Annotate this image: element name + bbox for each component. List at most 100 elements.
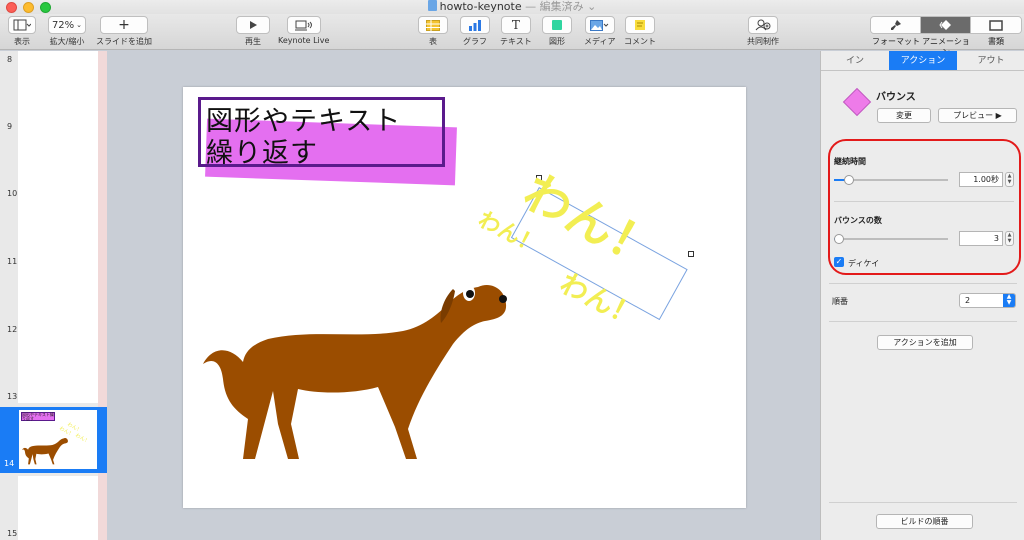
slide-thumbnail-current[interactable]: 図形やテキスト繰り返す わん！ わん！ わん！ xyxy=(19,410,97,469)
table-label: 表 xyxy=(429,37,437,46)
shape[interactable]: 図形 xyxy=(542,16,572,47)
chart[interactable]: グラフ xyxy=(460,16,490,47)
divider xyxy=(834,201,1014,202)
window-title: howto-keynote — 編集済み ⌄ xyxy=(0,0,1024,14)
collaborate[interactable]: 共同制作 xyxy=(747,16,779,47)
bounce-count-slider-knob[interactable] xyxy=(834,234,844,244)
chevron-down-icon: ⌄ xyxy=(76,21,83,29)
comment[interactable]: コメント xyxy=(624,16,656,47)
document-tab-button[interactable] xyxy=(971,17,1021,33)
title-bar: howto-keynote — 編集済み ⌄ xyxy=(0,0,1024,14)
duration-label: 継続時間 xyxy=(834,157,866,166)
slide-thumbnail-previous[interactable] xyxy=(18,51,98,403)
bounce-count-label: バウンスの数 xyxy=(834,216,882,225)
keynote-live[interactable]: Keynote Live xyxy=(278,16,329,45)
bounce-count-field[interactable]: 3 xyxy=(959,231,1003,246)
chart-label: グラフ xyxy=(463,37,487,46)
format-tab-button[interactable] xyxy=(871,17,921,33)
slide-number: 11 xyxy=(7,257,18,266)
document-icon xyxy=(989,19,1003,31)
add-action-button[interactable]: アクションを追加 xyxy=(877,335,973,350)
text-icon: T xyxy=(511,18,520,32)
zoom-label: 拡大/縮小 xyxy=(49,37,85,46)
zoom-select[interactable]: 72% ⌄ xyxy=(48,16,86,34)
media-icon xyxy=(589,19,609,31)
media-button[interactable] xyxy=(584,16,615,34)
slide-number: 15 xyxy=(7,529,18,538)
animation-tabs: イン アクション アウト xyxy=(821,51,1024,71)
text-button[interactable]: T xyxy=(500,16,531,34)
table-button[interactable] xyxy=(418,16,448,34)
chart-button[interactable] xyxy=(460,16,490,34)
order-select[interactable]: 2 ▲ ▼ xyxy=(959,293,1016,308)
slide-number: 12 xyxy=(7,325,18,334)
table-icon xyxy=(426,19,440,31)
play-button[interactable] xyxy=(236,16,270,34)
slide-navigator: 8 9 10 11 12 13 14 図形やテキスト繰り返す わん！ わん！ わ… xyxy=(0,51,107,540)
slide[interactable]: 図形やテキスト 繰り返す わん！ わん！ わん！ xyxy=(183,87,746,508)
order-value: 2 xyxy=(965,296,971,305)
toolbar: 表示 72% ⌄ 拡大/縮小 + スライドを追加 再生 Keynote Live … xyxy=(0,14,1024,57)
build-order-button[interactable]: ビルドの順番 xyxy=(876,514,973,529)
add-slide[interactable]: + スライドを追加 xyxy=(96,16,152,47)
animate-tab-button[interactable] xyxy=(921,17,971,33)
duration-field[interactable]: 1.00秒 xyxy=(959,172,1003,187)
slide-number: 8 xyxy=(7,55,13,64)
tab-build-in[interactable]: イン xyxy=(821,51,889,70)
keynote-live-label: Keynote Live xyxy=(278,36,330,45)
view-menu[interactable]: 表示 xyxy=(8,16,36,47)
decay-checkbox[interactable]: ✓ xyxy=(834,257,844,267)
animate-inspector: イン アクション アウト バウンス 変更 プレビュー ▶ 継続時間 1.00秒 … xyxy=(820,51,1024,540)
effect-icon xyxy=(842,87,872,117)
shape-icon xyxy=(552,20,562,30)
tab-build-out[interactable]: アウト xyxy=(957,51,1024,70)
collaborate-icon xyxy=(755,19,771,31)
media-label: メディア xyxy=(584,37,616,46)
thumbnail-dog-image xyxy=(22,438,68,465)
collaborate-button[interactable] xyxy=(748,16,778,34)
slide-thumbnail-next[interactable] xyxy=(18,476,98,540)
decay-label: ディケイ xyxy=(848,259,880,268)
animate-diamond-icon xyxy=(938,20,951,30)
keynote-document-icon xyxy=(427,0,437,11)
play[interactable]: 再生 xyxy=(236,16,270,47)
divider xyxy=(829,502,1017,503)
duration-slider[interactable] xyxy=(834,175,948,185)
title-text-box[interactable]: 図形やテキスト 繰り返す xyxy=(198,97,457,186)
shape-label: 図形 xyxy=(549,37,565,46)
duration-slider-knob[interactable] xyxy=(844,175,854,185)
effect-name: バウンス xyxy=(876,92,916,103)
tab-action[interactable]: アクション xyxy=(889,51,957,70)
comment-button[interactable] xyxy=(625,16,655,34)
divider xyxy=(829,283,1017,284)
view-button[interactable] xyxy=(8,16,36,34)
document-status[interactable]: — 編集済み ⌄ xyxy=(522,0,596,13)
plus-icon: + xyxy=(118,17,130,33)
text-label: テキスト xyxy=(500,37,532,46)
divider xyxy=(829,321,1017,322)
add-slide-button[interactable]: + xyxy=(100,16,148,34)
duration-stepper[interactable]: ▲ ▼ xyxy=(1005,172,1014,187)
add-slide-label: スライドを追加 xyxy=(96,37,152,46)
shape-button[interactable] xyxy=(542,16,572,34)
text[interactable]: T テキスト xyxy=(500,16,532,47)
keynote-live-button[interactable] xyxy=(286,16,321,34)
dog-image[interactable] xyxy=(203,259,533,469)
play-label: 再生 xyxy=(245,37,261,46)
change-effect-button[interactable]: 変更 xyxy=(877,108,931,123)
keynote-live-icon xyxy=(294,20,312,30)
view-icon xyxy=(13,19,31,31)
document-name: howto-keynote xyxy=(439,0,522,13)
inspector-segmented-control xyxy=(870,16,1022,34)
slide-number: 14 xyxy=(4,459,15,468)
zoom-menu[interactable]: 72% ⌄ 拡大/縮小 xyxy=(48,16,86,47)
preview-button[interactable]: プレビュー ▶ xyxy=(938,108,1017,123)
chart-icon xyxy=(469,19,481,31)
table[interactable]: 表 xyxy=(418,16,448,47)
bounce-count-slider[interactable] xyxy=(834,234,948,244)
media[interactable]: メディア xyxy=(584,16,615,47)
bounce-count-stepper[interactable]: ▲ ▼ xyxy=(1005,231,1014,246)
slide-number: 13 xyxy=(7,392,18,401)
slide-canvas[interactable]: 図形やテキスト 繰り返す わん！ わん！ わん！ xyxy=(107,51,820,540)
resize-handle[interactable] xyxy=(688,251,694,257)
